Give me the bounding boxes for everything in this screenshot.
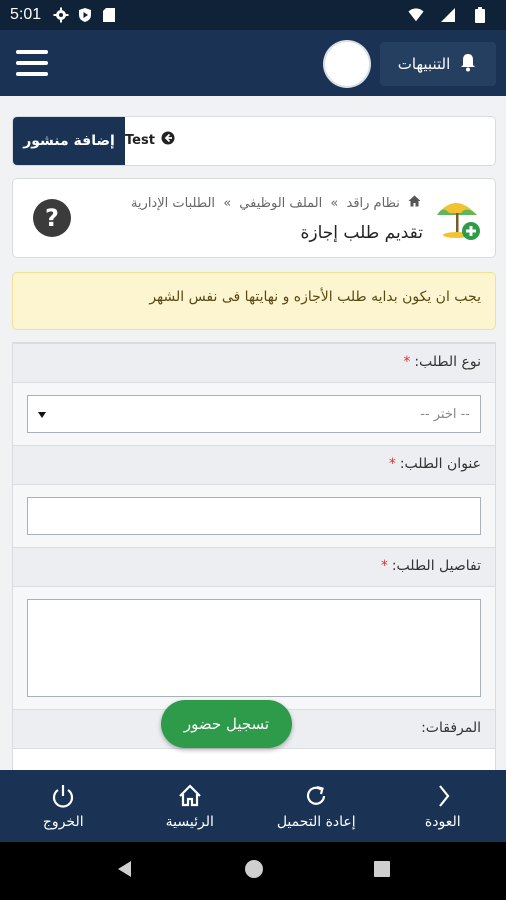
help-question-icon[interactable]: ? xyxy=(33,199,71,237)
status-time: 5:01 xyxy=(10,6,42,23)
breadcrumb-item-career-file[interactable]: الملف الوظيفي xyxy=(239,196,322,211)
nav-home[interactable]: الرئيسية xyxy=(127,770,254,842)
back-triangle-icon[interactable] xyxy=(115,859,135,883)
main-content: إضافة منشور Test نظام راقد » الملف الوظي… xyxy=(0,96,506,770)
power-icon xyxy=(53,785,74,808)
warning-alert: يجب ان يكون بدايه طلب الأجازه و نهايتها … xyxy=(12,272,496,330)
nav-back[interactable]: العودة xyxy=(380,770,506,842)
nav-home-label: الرئيسية xyxy=(165,814,214,830)
avatar[interactable] xyxy=(325,42,369,86)
bottom-nav: العودة إعادة التحميل الرئيسية الخروج xyxy=(0,770,506,842)
test-label: Test xyxy=(125,132,155,148)
home-circle-icon[interactable] xyxy=(244,859,264,883)
page-title: تقديم طلب إجازة xyxy=(300,223,424,243)
nav-logout-label: الخروج xyxy=(42,814,84,830)
request-type-label: نوع الطلب:* xyxy=(13,343,495,383)
breadcrumb-item-system[interactable]: نظام راقد xyxy=(347,196,400,211)
notifications-button[interactable]: التنبيهات xyxy=(380,42,496,86)
recents-square-icon[interactable] xyxy=(373,860,391,882)
bell-icon xyxy=(458,52,478,76)
request-title-input[interactable] xyxy=(27,497,481,535)
home-icon xyxy=(178,784,201,807)
status-bar: 5:01 xyxy=(0,0,506,30)
app-header: التنبيهات xyxy=(0,30,506,96)
signal-icon xyxy=(440,7,456,23)
chevron-right-icon xyxy=(438,785,450,807)
reload-icon xyxy=(307,785,326,805)
request-type-value: -- اختر -- xyxy=(420,406,470,422)
dropdown-arrow-icon xyxy=(38,407,46,422)
nav-reload-label: إعادة التحميل xyxy=(276,814,356,830)
wifi-icon xyxy=(408,7,424,23)
breadcrumb-item-admin-requests[interactable]: الطلبات الإدارية xyxy=(131,196,215,211)
nav-reload[interactable]: إعادة التحميل xyxy=(253,770,380,842)
sd-card-icon xyxy=(101,7,117,23)
breadcrumb-separator: » xyxy=(330,196,339,211)
breadcrumb: نظام راقد » الملف الوظيفي » الطلبات الإد… xyxy=(129,195,423,211)
notifications-label: التنبيهات xyxy=(397,55,451,73)
battery-icon xyxy=(472,7,488,23)
request-details-textarea[interactable] xyxy=(27,599,481,697)
attendance-button[interactable]: تسجيل حضور xyxy=(161,700,292,748)
settings-gear-icon xyxy=(53,7,69,23)
nav-logout[interactable]: الخروج xyxy=(0,770,127,842)
request-title-label: عنوان الطلب:* xyxy=(13,445,495,485)
umbrella-icon xyxy=(433,193,483,243)
breadcrumb-separator: » xyxy=(223,196,232,211)
menu-icon[interactable] xyxy=(16,50,48,76)
arrow-left-circle-icon xyxy=(161,131,175,149)
home-icon[interactable] xyxy=(404,195,421,211)
post-bar: إضافة منشور Test xyxy=(12,116,496,166)
shield-play-icon xyxy=(77,7,93,23)
system-nav-bar xyxy=(0,842,506,900)
request-type-select[interactable]: -- اختر -- xyxy=(27,395,481,433)
add-post-button[interactable]: إضافة منشور xyxy=(13,117,125,165)
breadcrumb-card: نظام راقد » الملف الوظيفي » الطلبات الإد… xyxy=(12,178,496,258)
nav-back-label: العودة xyxy=(424,814,461,830)
request-details-label: تفاصيل الطلب:* xyxy=(13,547,495,587)
test-link[interactable]: Test xyxy=(125,131,175,149)
